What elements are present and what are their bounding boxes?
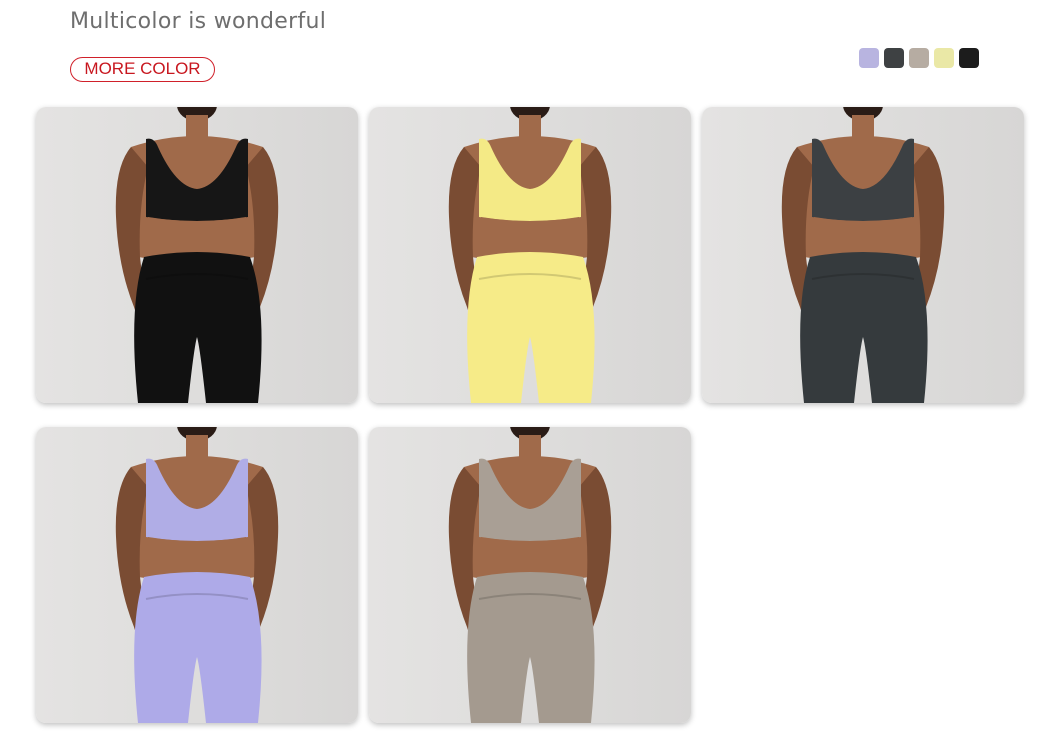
product-photo <box>115 107 279 403</box>
swatch-taupe[interactable] <box>909 48 929 68</box>
swatch-lavender[interactable] <box>859 48 879 68</box>
product-photo <box>448 107 612 403</box>
product-card-charcoal[interactable] <box>702 107 1024 403</box>
product-photo <box>781 107 945 403</box>
swatch-butter-yellow[interactable] <box>934 48 954 68</box>
product-photo <box>115 427 279 723</box>
product-card-yellow[interactable] <box>369 107 691 403</box>
color-swatch-list <box>859 48 979 68</box>
swatch-charcoal[interactable] <box>884 48 904 68</box>
product-card-lavender[interactable] <box>36 427 358 723</box>
swatch-black[interactable] <box>959 48 979 68</box>
product-photo <box>448 427 612 723</box>
page-title: Multicolor is wonderful <box>70 9 327 34</box>
product-card-taupe[interactable] <box>369 427 691 723</box>
more-color-button[interactable]: MORE COLOR <box>70 57 215 82</box>
product-card-black[interactable] <box>36 107 358 403</box>
